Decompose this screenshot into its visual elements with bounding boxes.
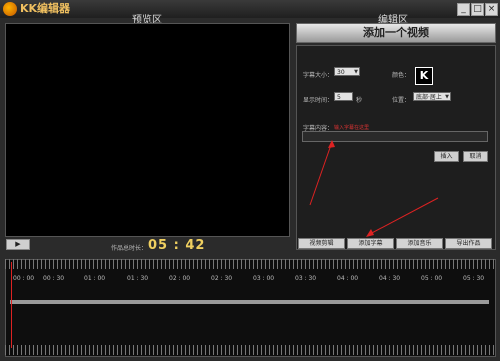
play-button[interactable]: ▶ — [6, 239, 30, 250]
timeline-tick: 05 : 00 — [421, 275, 443, 282]
chevron-down-icon: ▼ — [354, 69, 358, 75]
timeline-tick: 03 : 30 — [295, 275, 317, 282]
chevron-down-icon: ▼ — [445, 94, 449, 100]
timeline-tick: 03 : 00 — [253, 275, 275, 282]
timeline-tick: 04 : 00 — [337, 275, 359, 282]
maximize-button[interactable]: □ — [471, 3, 484, 16]
add-video-button[interactable]: 添加一个视频 — [296, 23, 496, 43]
video-track[interactable] — [10, 300, 489, 304]
app-logo-icon — [3, 2, 17, 16]
playhead[interactable] — [11, 262, 12, 348]
tab-add-subtitle[interactable]: 添加字幕 — [347, 238, 394, 249]
timeline-tick: 01 : 00 — [84, 275, 106, 282]
video-preview[interactable] — [5, 23, 290, 237]
timeline-tick: 04 : 30 — [379, 275, 401, 282]
font-size-select[interactable]: 30 ▼ — [334, 67, 360, 76]
minimize-button[interactable]: _ — [457, 3, 470, 16]
display-time-label: 显示时间： — [303, 97, 334, 104]
duration-value: 05 : 42 — [148, 238, 206, 253]
font-size-label: 字幕大小： — [303, 72, 334, 79]
position-select[interactable]: 底部·居上 ▼ — [413, 92, 451, 101]
close-button[interactable]: × — [485, 3, 498, 16]
color-picker[interactable]: K — [415, 67, 433, 85]
timeline-tick: 00 : 30 — [43, 275, 65, 282]
window-title: KK编辑器 — [20, 2, 71, 15]
display-time-unit: 秒 — [356, 97, 363, 104]
timeline-ruler — [5, 259, 494, 269]
position-value: 底部·居上 — [416, 94, 442, 101]
timeline-tick: 02 : 00 — [169, 275, 191, 282]
display-time-value: 5 — [337, 94, 341, 101]
position-label: 位置： — [392, 97, 411, 104]
cancel-button[interactable]: 取消 — [463, 151, 488, 162]
duration-label: 作品总时长： — [111, 245, 148, 252]
annotation-arrows — [309, 140, 439, 237]
timeline-tick: 05 : 30 — [463, 275, 485, 282]
title-bar — [0, 0, 500, 18]
color-label: 颜色： — [392, 72, 411, 79]
timeline-ruler-bottom — [5, 345, 494, 355]
tab-video-edit[interactable]: 视频剪辑 — [298, 238, 345, 249]
tab-add-music[interactable]: 添加音乐 — [396, 238, 443, 249]
timeline-tick: 01 : 30 — [127, 275, 149, 282]
timeline-tick: 02 : 30 — [211, 275, 233, 282]
timeline-tick: 00 : 00 — [13, 275, 35, 282]
tab-export[interactable]: 导出作品 — [445, 238, 492, 249]
display-time-input[interactable]: 5 — [334, 92, 353, 101]
timeline[interactable] — [5, 259, 496, 357]
font-size-value: 30 — [337, 69, 345, 76]
